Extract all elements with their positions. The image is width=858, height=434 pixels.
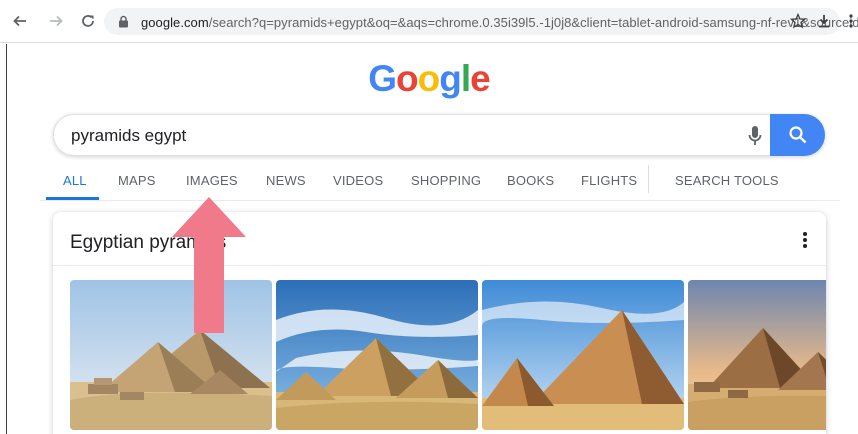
tab-videos[interactable]: VIDEOS	[333, 173, 383, 188]
forward-button[interactable]	[46, 11, 66, 31]
url-text: google.com/search?q=pyramids+egypt&oq=&a…	[141, 15, 858, 30]
browser-menu-button[interactable]	[844, 11, 858, 31]
dot	[803, 244, 807, 248]
card-menu-button[interactable]	[802, 230, 808, 250]
image-thumbnail[interactable]	[276, 280, 478, 430]
microphone-icon	[748, 126, 762, 145]
url-domain: google.com	[141, 15, 209, 30]
back-button[interactable]	[10, 11, 30, 31]
logo-letter: e	[470, 58, 491, 99]
reload-button[interactable]	[78, 11, 98, 31]
search-tabs: ALL MAPS IMAGES NEWS VIDEOS SHOPPING BOO…	[0, 165, 858, 201]
tab-news[interactable]: NEWS	[266, 173, 306, 188]
download-icon	[819, 15, 829, 28]
card-divider	[53, 265, 826, 266]
images-card: Egyptian pyramids	[53, 212, 826, 434]
more-vert-icon	[849, 14, 853, 28]
search-button[interactable]	[770, 114, 825, 156]
tab-divider	[648, 165, 649, 193]
google-logo[interactable]: Google	[0, 58, 858, 100]
annotation-arrow-up-icon	[172, 197, 246, 333]
reload-icon	[82, 15, 94, 27]
logo-letter: o	[417, 58, 441, 99]
dot	[803, 232, 807, 236]
search-icon	[788, 126, 806, 144]
tab-maps[interactable]: MAPS	[118, 173, 156, 188]
pyramids-image	[688, 280, 826, 430]
forward-arrow-icon	[50, 15, 63, 27]
dot	[803, 238, 807, 242]
lock-icon	[119, 15, 128, 28]
voice-search-button[interactable]	[746, 124, 764, 148]
tab-all[interactable]: ALL	[63, 173, 87, 188]
tabs-divider	[40, 200, 840, 201]
logo-letter: o	[396, 58, 419, 99]
tab-shopping[interactable]: SHOPPING	[411, 173, 481, 188]
tab-search-tools[interactable]: SEARCH TOOLS	[675, 173, 779, 188]
tab-flights[interactable]: FLIGHTS	[581, 173, 637, 188]
star-icon	[790, 13, 806, 29]
tab-images[interactable]: IMAGES	[186, 173, 238, 188]
image-thumbnail[interactable]	[688, 280, 826, 430]
pyramids-image	[276, 280, 478, 430]
tab-books[interactable]: BOOKS	[507, 173, 554, 188]
search-box[interactable]: pyramids egypt	[53, 114, 825, 156]
back-arrow-icon	[13, 15, 26, 27]
pyramids-image	[482, 280, 684, 430]
download-button[interactable]	[814, 11, 834, 31]
url-path: /search?q=pyramids+egypt&oq=&aqs=chrome.…	[208, 15, 858, 30]
logo-letter: l	[460, 58, 471, 99]
address-bar[interactable]: google.com/search?q=pyramids+egypt&oq=&a…	[104, 8, 858, 35]
image-thumbnail[interactable]	[482, 280, 684, 430]
bookmark-button[interactable]	[788, 11, 808, 31]
search-input[interactable]: pyramids egypt	[71, 126, 186, 146]
logo-letter: G	[368, 58, 397, 99]
logo-letter: g	[439, 58, 462, 99]
browser-toolbar: google.com/search?q=pyramids+egypt&oq=&a…	[0, 0, 858, 43]
